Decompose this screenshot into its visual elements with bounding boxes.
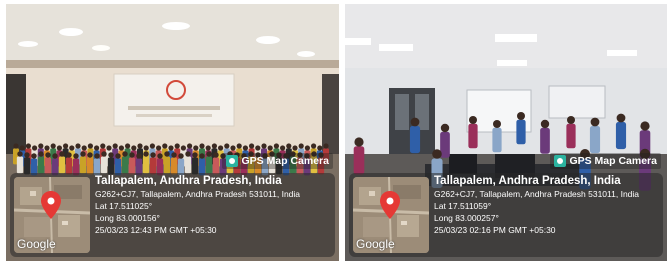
latitude: Lat 17.511059° — [434, 201, 492, 211]
location-minimap: Google — [14, 177, 90, 253]
latitude: Lat 17.511025° — [95, 201, 153, 211]
location-minimap: Google — [353, 177, 429, 253]
place-name: Tallapalem, Andhra Pradesh, India — [95, 175, 282, 187]
photo-auditorium-group: Google Tallapalem, Andhra Pradesh, India… — [6, 4, 339, 261]
gps-info-overlay: Google Tallapalem, Andhra Pradesh, India… — [10, 173, 335, 257]
map-pin-icon — [41, 191, 61, 219]
address: G262+CJ7, Tallapalem, Andhra Pradesh 531… — [95, 189, 301, 199]
gps-map-camera-badge: GPS Map Camera — [222, 153, 333, 169]
gps-info-overlay: Google Tallapalem, Andhra Pradesh, India… — [349, 173, 663, 257]
google-logo: Google — [356, 237, 395, 251]
google-logo: Google — [17, 237, 56, 251]
location-info: Tallapalem, Andhra Pradesh, India G262+C… — [95, 175, 300, 236]
map-pin-icon — [380, 191, 400, 219]
longitude: Long 83.000156° — [95, 213, 160, 223]
gps-map-camera-badge: GPS Map Camera — [550, 153, 661, 169]
gps-badge-label: GPS Map Camera — [569, 155, 657, 167]
place-name: Tallapalem, Andhra Pradesh, India — [434, 175, 621, 187]
datetime: 25/03/23 12:43 PM GMT +05:30 — [95, 225, 217, 235]
camera-icon — [554, 155, 567, 167]
gps-badge-label: GPS Map Camera — [241, 155, 329, 167]
longitude: Long 83.000257° — [434, 213, 499, 223]
photo-computer-lab: Google Tallapalem, Andhra Pradesh, India… — [345, 4, 667, 261]
address: G262+CJ7, Tallapalem, Andhra Pradesh 531… — [434, 189, 640, 199]
location-info: Tallapalem, Andhra Pradesh, India G262+C… — [434, 175, 639, 236]
datetime: 25/03/23 02:16 PM GMT +05:30 — [434, 225, 556, 235]
camera-icon — [226, 155, 239, 167]
